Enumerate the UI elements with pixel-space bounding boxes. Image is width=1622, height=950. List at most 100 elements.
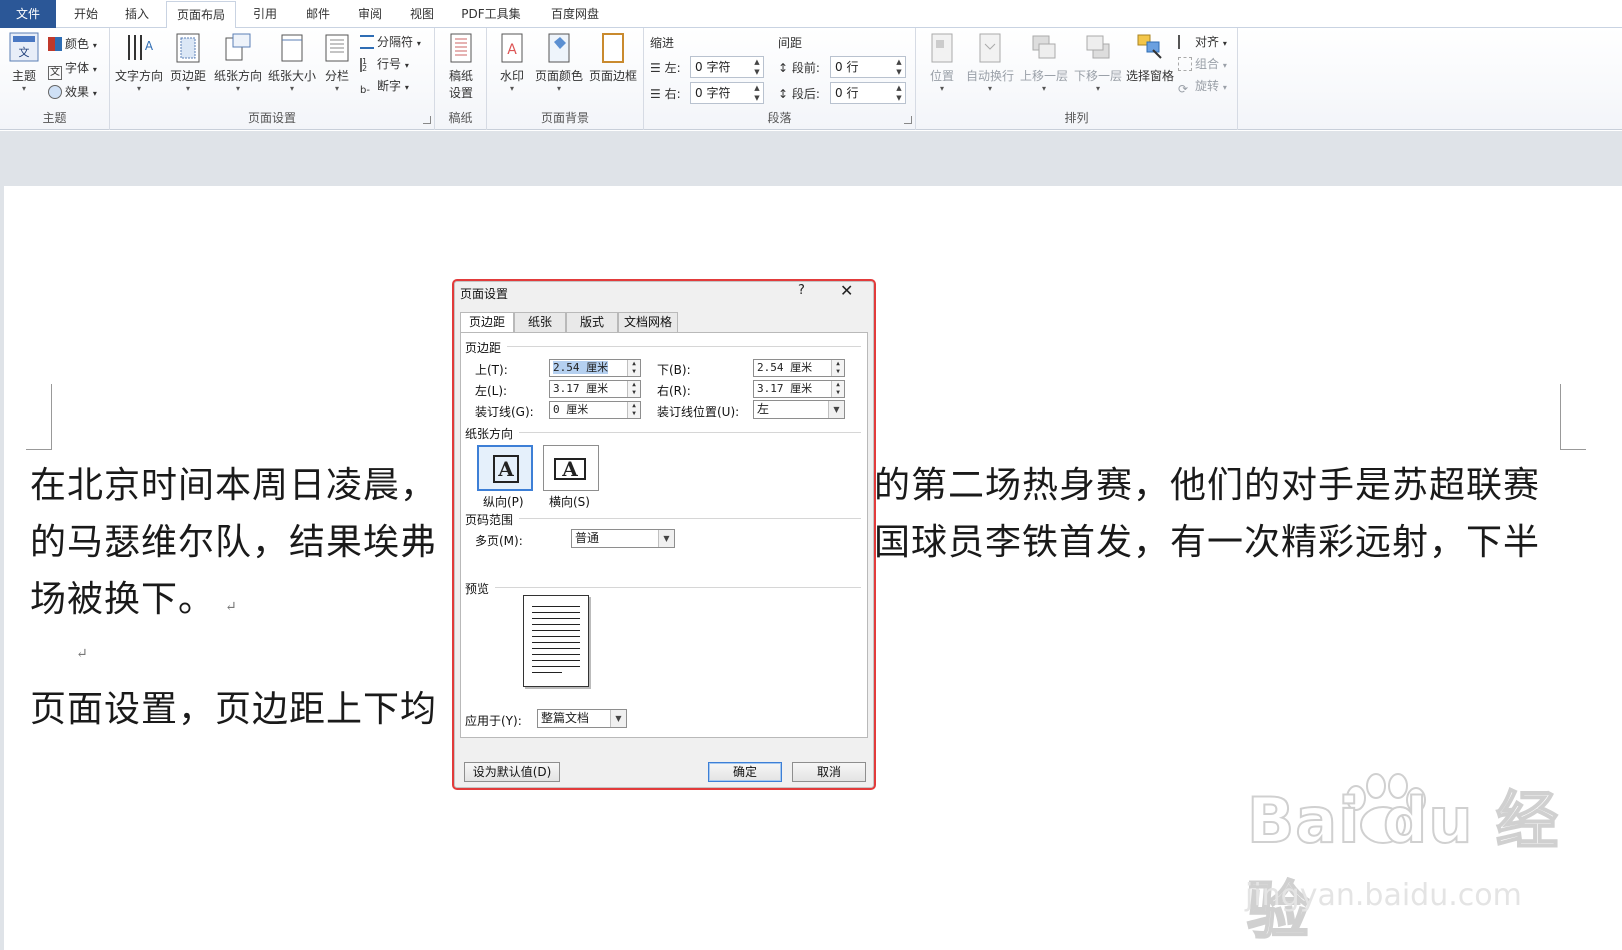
line-numbers-button[interactable]: 1 2 行号 ▾ [360, 54, 409, 74]
wrap-text-label: 自动换行 [965, 69, 1014, 83]
tab-insert[interactable]: 插入 [113, 0, 161, 28]
tab-file[interactable]: 文件 [0, 0, 56, 28]
spinner-icon[interactable]: ▲ ▼ [893, 57, 905, 77]
selection-pane-button[interactable]: 选择窗格 [1124, 32, 1176, 84]
spinner-icon[interactable]: ▲ ▼ [627, 402, 640, 418]
page-borders-button[interactable]: 页面边框 [587, 32, 639, 84]
tab-paper[interactable]: 纸张 [514, 312, 566, 332]
tab-document-grid[interactable]: 文档网格 [618, 312, 678, 332]
indent-left-icon: ☰ [650, 61, 661, 75]
svg-text:A: A [145, 39, 154, 53]
spinner-icon[interactable]: ▲ ▼ [751, 83, 763, 103]
margins-button[interactable]: 页边距 ▾ [166, 32, 210, 94]
manuscript-setup-button[interactable]: 稿纸 设置 [441, 32, 481, 101]
right-margin-input[interactable]: 3.17 厘米 ▲ ▼ [753, 380, 845, 398]
tab-view[interactable]: 视图 [398, 0, 446, 28]
send-backward-button[interactable]: 下移一层 ▾ [1072, 32, 1124, 94]
chevron-down-icon: ▾ [1095, 84, 1100, 93]
empty-paragraph[interactable]: ↵ [66, 626, 89, 667]
spinner-icon[interactable]: ▲ ▼ [627, 360, 640, 376]
gutter-position-select[interactable]: 左 ▼ [753, 400, 845, 419]
hyphenation-button[interactable]: b- 断字 ▾ [360, 76, 409, 96]
document-line-2[interactable]: 的马瑟维尔队，结果埃弗 [30, 513, 437, 565]
cancel-button[interactable]: 取消 [792, 762, 866, 782]
spacing-after-input[interactable]: 0 行 ▲ ▼ [830, 82, 906, 104]
theme-effects-button[interactable]: 效果 ▾ [48, 82, 97, 102]
document-line-1[interactable]: 在北京时间本周日凌晨， [30, 456, 437, 508]
spinner-icon[interactable]: ▲ ▼ [831, 360, 844, 376]
gutter-input[interactable]: 0 厘米 ▲ ▼ [549, 401, 641, 419]
portrait-option[interactable]: A [477, 445, 533, 491]
top-margin-input[interactable]: 2.54 厘米 ▲ ▼ [549, 359, 641, 377]
page-setup-launcher-icon[interactable] [423, 116, 431, 124]
chevron-down-icon[interactable]: ▼ [658, 530, 674, 547]
margin-corner-mark-left [26, 384, 52, 450]
font-icon: 文 [48, 66, 62, 80]
theme-fonts-label: 字体 [65, 61, 90, 75]
close-icon[interactable]: ✕ [840, 281, 853, 300]
spinner-icon[interactable]: ▲ ▼ [893, 83, 905, 103]
theme-group: 文 主题 ▾ 颜色 ▾ 文字体 ▾ 效果 ▾ 主题 [0, 28, 110, 130]
indent-right-input[interactable]: 0 字符 ▲ ▼ [690, 82, 764, 104]
document-line-4[interactable]: 页面设置，页边距上下均 [30, 680, 437, 732]
page-color-button[interactable]: 页面颜色 ▾ [533, 32, 585, 94]
text-direction-button[interactable]: A 文字方向 ▾ [114, 32, 164, 94]
theme-colors-button[interactable]: 颜色 ▾ [48, 34, 97, 54]
theme-fonts-button[interactable]: 文字体 ▾ [48, 58, 97, 80]
watermark-button[interactable]: A 水印 ▾ [495, 32, 529, 94]
breaks-icon [360, 35, 374, 49]
spinner-icon[interactable]: ▲ ▼ [627, 381, 640, 397]
bring-forward-button[interactable]: 上移一层 ▾ [1018, 32, 1070, 94]
bottom-margin-input[interactable]: 2.54 厘米 ▲ ▼ [753, 359, 845, 377]
theme-colors-label: 颜色 [65, 37, 90, 51]
breaks-button[interactable]: 分隔符 ▾ [360, 32, 421, 52]
orientation-button[interactable]: 纸张方向 ▾ [212, 32, 264, 94]
page-color-icon [548, 33, 570, 63]
document-line-2-right[interactable]: 国球员李铁首发，有一次精彩远射，下半 [874, 513, 1540, 565]
wrap-text-button[interactable]: 自动换行 ▾ [964, 32, 1016, 94]
tab-page-layout[interactable]: 页面布局 [166, 1, 236, 29]
section-divider [495, 587, 861, 588]
indent-left-input[interactable]: 0 字符 ▲ ▼ [690, 56, 764, 78]
chevron-down-icon[interactable]: ▼ [828, 401, 844, 418]
tab-layout[interactable]: 版式 [566, 312, 618, 332]
set-as-default-button[interactable]: 设为默认值(D) [464, 762, 560, 782]
chevron-down-icon[interactable]: ▼ [610, 710, 626, 727]
manuscript-label-1: 稿纸 [448, 69, 473, 83]
align-button[interactable]: 对齐 ▾ [1178, 32, 1227, 52]
landscape-option[interactable]: A [543, 445, 599, 491]
tab-mailings[interactable]: 邮件 [294, 0, 342, 28]
paragraph-launcher-icon[interactable] [904, 116, 912, 124]
landscape-icon: A [554, 458, 586, 480]
page-setup-group-label: 页面设置 [247, 111, 296, 125]
margins-tab-panel: 页边距 上(T): 2.54 厘米 ▲ ▼ 下(B): 2.54 厘米 ▲ ▼ 左(… [460, 332, 868, 738]
section-divider [519, 432, 861, 433]
tab-review[interactable]: 审阅 [346, 0, 394, 28]
position-button[interactable]: 位置 ▾ [924, 32, 960, 94]
left-margin-input[interactable]: 3.17 厘米 ▲ ▼ [549, 380, 641, 398]
columns-button[interactable]: 分栏 ▾ [320, 32, 354, 94]
group-button[interactable]: 组合 ▾ [1178, 54, 1227, 74]
rotate-button[interactable]: ⟳ 旋转 ▾ [1178, 76, 1227, 96]
chevron-down-icon: ▾ [1041, 84, 1046, 93]
paragraph-group: 缩进 间距 ☰ 左: 0 字符 ▲ ▼ ☰ 右: 0 字符 ▲ ▼ ↕ 段前: 0 行 ▲… [644, 28, 916, 130]
ribbon-tab-bar: 文件 开始 插入 页面布局 引用 邮件 审阅 视图 PDF工具集 百度网盘 [0, 0, 1622, 29]
spinner-icon[interactable]: ▲ ▼ [751, 57, 763, 77]
document-line-1-right[interactable]: 的第二场热身赛，他们的对手是苏超联赛 [874, 456, 1540, 508]
bring-forward-label: 上移一层 [1019, 69, 1068, 83]
multiple-pages-select[interactable]: 普通 ▼ [571, 529, 675, 548]
tab-baidu-netdisk[interactable]: 百度网盘 [536, 0, 614, 28]
page-size-button[interactable]: 纸张大小 ▾ [266, 32, 318, 94]
spacing-before-input[interactable]: 0 行 ▲ ▼ [830, 56, 906, 78]
ok-button[interactable]: 确定 [708, 762, 782, 782]
tab-pdf-tools[interactable]: PDF工具集 [452, 0, 530, 28]
tab-home[interactable]: 开始 [62, 0, 110, 28]
help-icon[interactable]: ? [798, 283, 805, 298]
tab-margins[interactable]: 页边距 [460, 312, 514, 333]
chevron-down-icon: ▾ [334, 84, 339, 93]
tab-references[interactable]: 引用 [241, 0, 289, 28]
themes-button[interactable]: 文 主题 ▾ [6, 32, 42, 94]
document-line-3[interactable]: 场被换下。 ↵ [30, 570, 238, 622]
spinner-icon[interactable]: ▲ ▼ [831, 381, 844, 397]
apply-to-select[interactable]: 整篇文档 ▼ [537, 709, 627, 728]
